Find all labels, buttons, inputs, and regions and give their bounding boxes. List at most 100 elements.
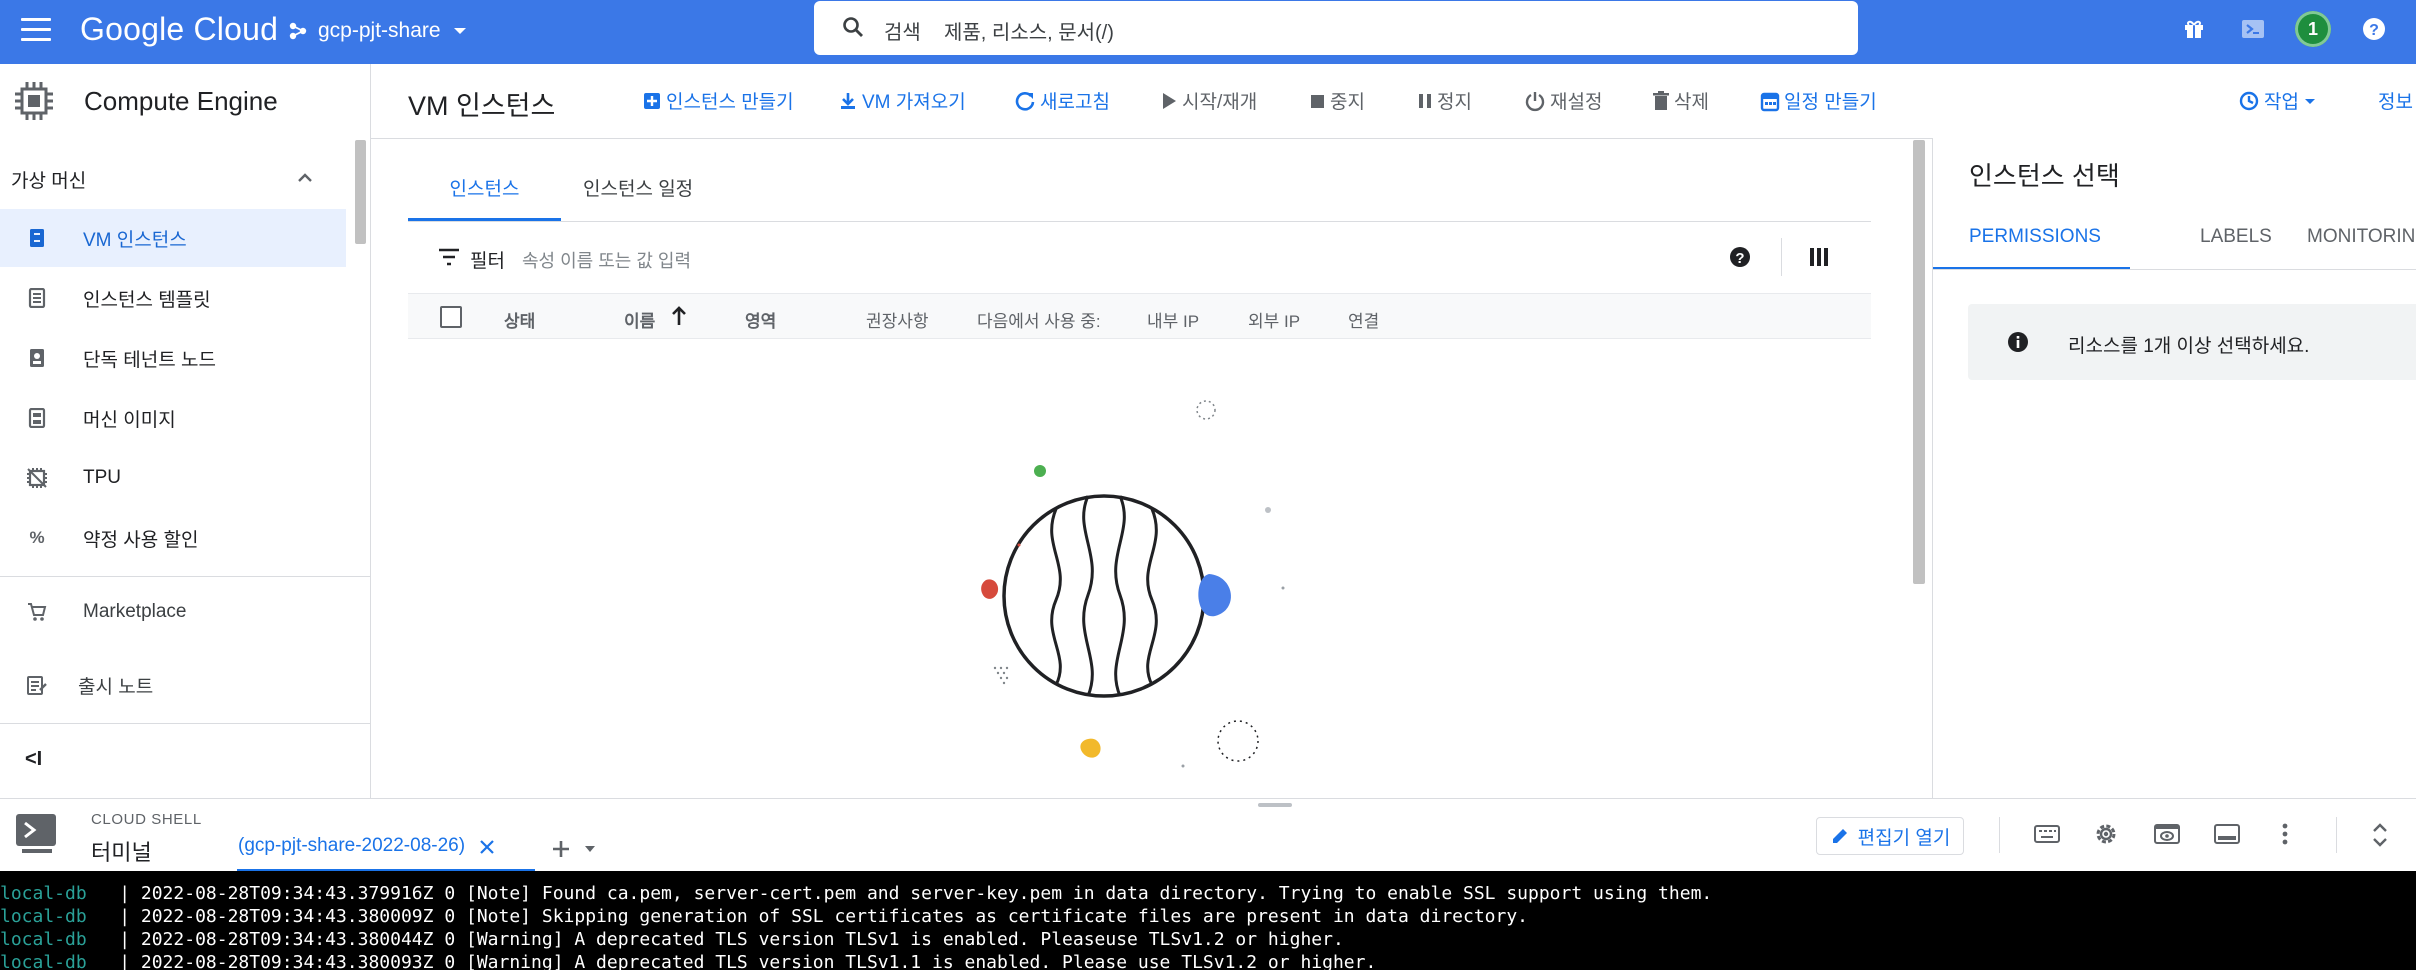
refresh-icon bbox=[1015, 91, 1035, 111]
search-label: 검색 bbox=[884, 22, 921, 44]
start-resume-button[interactable]: 시작/재개 bbox=[1160, 87, 1257, 114]
chevron-up-icon bbox=[298, 173, 312, 182]
main-scrollbar[interactable] bbox=[1913, 140, 1925, 584]
stop-icon bbox=[1311, 94, 1324, 108]
column-header[interactable]: 권장사항 bbox=[866, 307, 929, 332]
refresh-button[interactable]: 새로고침 bbox=[1014, 87, 1110, 114]
sidebar-item-machine-images[interactable]: 머신 이미지 bbox=[0, 389, 346, 447]
add-box-icon bbox=[644, 92, 660, 109]
info-message-box: 리소스를 1개 이상 선택하세요. bbox=[1968, 304, 2416, 380]
project-hub-icon bbox=[289, 22, 307, 40]
help-icon[interactable]: ? bbox=[1729, 246, 1751, 268]
toolbar-divider bbox=[2336, 817, 2337, 853]
terminal-output[interactable]: local-db | 2022-08-28T09:34:43.379916Z 0… bbox=[0, 871, 2416, 970]
web-preview-icon[interactable] bbox=[2154, 823, 2180, 845]
left-nav: 가상 머신 VM 인스턴스 인스턴스 템플릿 단독 테넌트 노드 머신 이미지 … bbox=[0, 138, 371, 798]
create-schedule-button[interactable]: 일정 만들기 bbox=[1760, 87, 1877, 114]
sidebar-item-release-notes[interactable]: 출시 노트 bbox=[0, 656, 346, 714]
open-editor-button[interactable]: 편집기 열기 bbox=[1816, 817, 1964, 855]
session-tab[interactable]: (gcp-pjt-share-2022-08-26) bbox=[238, 835, 495, 869]
project-picker[interactable]: gcp-pjt-share bbox=[288, 15, 469, 47]
nav-divider bbox=[0, 576, 370, 577]
search-hint: 제품, 리소스, 문서(/) bbox=[944, 22, 1114, 44]
chevron-down-icon bbox=[453, 28, 466, 34]
stop-button[interactable]: 중지 bbox=[1310, 87, 1365, 114]
percent-icon: % bbox=[29, 528, 45, 547]
chevron-down-icon[interactable] bbox=[584, 844, 596, 854]
create-instance-button[interactable]: 인스턴스 만들기 bbox=[642, 87, 794, 114]
column-header[interactable]: 연결 bbox=[1348, 307, 1379, 332]
nav-section-header[interactable]: 가상 머신 bbox=[0, 158, 346, 198]
sidebar-item-tpu[interactable]: TPU bbox=[0, 449, 346, 507]
calendar-icon bbox=[1760, 92, 1780, 111]
select-all-checkbox[interactable] bbox=[440, 306, 462, 328]
column-header[interactable]: 외부 IP bbox=[1248, 307, 1300, 332]
svg-text:?: ? bbox=[1735, 250, 1744, 267]
sidebar-item-marketplace[interactable]: Marketplace bbox=[0, 583, 346, 641]
sort-ascending-icon[interactable] bbox=[670, 305, 688, 327]
operations-menu-button[interactable]: 작업 bbox=[2238, 87, 2317, 114]
reset-button[interactable]: 재설정 bbox=[1524, 87, 1602, 114]
collapse-nav-button[interactable]: <I bbox=[25, 748, 42, 771]
cart-icon bbox=[26, 601, 48, 623]
session-tab-label: (gcp-pjt-share-2022-08-26) bbox=[238, 835, 466, 856]
column-display-icon[interactable] bbox=[1810, 247, 1828, 267]
column-header[interactable]: 상태 bbox=[504, 307, 535, 332]
table-header: 상태 이름 영역 권장사항 다음에서 사용 중: 내부 IP 외부 IP 연결 bbox=[408, 293, 1871, 339]
keyboard-icon[interactable] bbox=[2034, 823, 2060, 845]
tab-monitoring[interactable]: MONITORING bbox=[2307, 226, 2416, 248]
gift-icon[interactable] bbox=[2183, 18, 2205, 40]
tab-instances[interactable]: 인스턴스 bbox=[408, 174, 561, 224]
help-icon[interactable]: ? bbox=[2361, 16, 2387, 42]
info-message: 리소스를 1개 이상 선택하세요. bbox=[2068, 336, 2310, 357]
terminal-line: local-db | 2022-08-28T09:34:43.379916Z 0… bbox=[0, 883, 1713, 904]
sidebar-scrollbar[interactable] bbox=[355, 140, 366, 244]
toolbar-divider bbox=[1999, 817, 2000, 853]
nav-section-title: 가상 머신 bbox=[11, 171, 87, 192]
sole-tenant-icon bbox=[26, 347, 48, 369]
tab-permissions[interactable]: PERMISSIONS bbox=[1933, 226, 2130, 270]
project-name: gcp-pjt-share bbox=[318, 19, 441, 42]
chevron-down-icon bbox=[2304, 98, 2315, 104]
sidebar-item-committed-use-discounts[interactable]: % 약정 사용 할인 bbox=[0, 509, 346, 567]
search-bar[interactable]: 검색 제품, 리소스, 문서(/) bbox=[814, 1, 1858, 55]
filter-bar[interactable]: 필터 속성 이름 또는 값 입력 ? bbox=[408, 232, 1871, 282]
sidebar-item-vm-instances[interactable]: VM 인스턴스 bbox=[0, 209, 346, 267]
expand-icon[interactable] bbox=[2371, 822, 2389, 848]
notification-badge[interactable]: 1 bbox=[2295, 11, 2331, 47]
page-title: VM 인스턴스 bbox=[408, 91, 556, 121]
column-header[interactable]: 내부 IP bbox=[1147, 307, 1199, 332]
column-header[interactable]: 영역 bbox=[745, 307, 776, 332]
minimize-panel-icon[interactable] bbox=[2214, 823, 2240, 845]
google-cloud-logo[interactable]: Google Cloud bbox=[80, 11, 278, 48]
add-tab-icon[interactable] bbox=[551, 839, 571, 859]
terminal-line: local-db | 2022-08-28T09:34:43.380009Z 0… bbox=[0, 906, 1529, 927]
cloud-shell-icon[interactable] bbox=[2241, 17, 2265, 41]
template-icon bbox=[26, 287, 48, 309]
edit-icon bbox=[1832, 829, 1847, 843]
machine-image-icon bbox=[26, 407, 48, 429]
main-menu-icon[interactable] bbox=[21, 18, 51, 42]
notification-count: 1 bbox=[2307, 18, 2318, 39]
compute-engine-icon bbox=[15, 82, 53, 120]
info-panel-toggle[interactable]: 정보 bbox=[2378, 87, 2413, 114]
sidebar-item-instance-templates[interactable]: 인스턴스 템플릿 bbox=[0, 269, 346, 327]
suspend-button[interactable]: 정지 bbox=[1417, 87, 1472, 114]
close-icon[interactable] bbox=[479, 839, 495, 855]
delete-button[interactable]: 삭제 bbox=[1652, 87, 1709, 114]
column-header[interactable]: 다음에서 사용 중: bbox=[977, 307, 1101, 332]
trash-icon bbox=[1653, 90, 1669, 110]
more-vert-icon[interactable] bbox=[2280, 822, 2290, 846]
resize-handle[interactable] bbox=[1258, 803, 1292, 807]
import-vm-button[interactable]: VM 가져오기 bbox=[838, 87, 966, 114]
tab-labels[interactable]: LABELS bbox=[2200, 226, 2272, 248]
settings-icon[interactable] bbox=[2093, 821, 2119, 847]
column-header-name[interactable]: 이름 bbox=[624, 307, 655, 332]
page-header-bar: Compute Engine VM 인스턴스 인스턴스 만들기 VM 가져오기 … bbox=[0, 64, 2416, 139]
power-icon bbox=[1525, 91, 1545, 111]
top-app-bar: Google Cloud gcp-pjt-share 검색 제품, 리소스, 문… bbox=[0, 0, 2416, 64]
tab-instance-schedules[interactable]: 인스턴스 일정 bbox=[583, 174, 693, 201]
filter-input[interactable]: 속성 이름 또는 값 입력 bbox=[522, 247, 691, 273]
sidebar-item-sole-tenant-nodes[interactable]: 단독 테넌트 노드 bbox=[0, 329, 346, 387]
tpu-icon bbox=[26, 467, 48, 489]
